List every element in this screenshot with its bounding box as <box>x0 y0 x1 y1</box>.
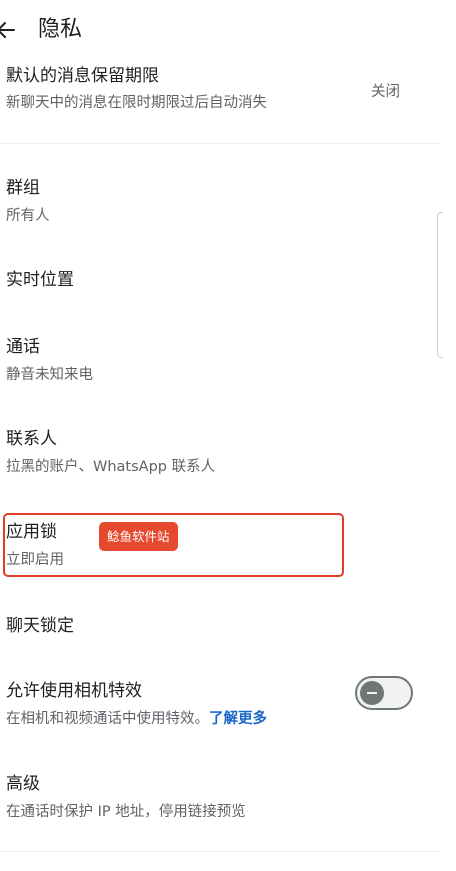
setting-live-location[interactable]: 实时位置 <box>0 266 440 302</box>
setting-title: 通话 <box>6 337 40 357</box>
setting-subtitle: 静音未知来电 <box>6 367 93 383</box>
setting-advanced[interactable]: 高级 在通话时保护 IP 地址，停用链接预览 <box>0 770 440 832</box>
setting-default-message-timer[interactable]: 默认的消息保留期限 新聊天中的消息在限时期限过后自动消失 关闭 <box>0 58 440 138</box>
setting-subtitle: 拉黑的账户、WhatsApp 联系人 <box>6 459 216 475</box>
setting-title: 默认的消息保留期限 <box>6 66 159 86</box>
app-bar: 隐私 <box>0 0 456 60</box>
setting-groups[interactable]: 群组 所有人 <box>0 172 440 234</box>
setting-subtitle-container: 在相机和视频通话中使用特效。了解更多 <box>6 709 267 729</box>
setting-title: 群组 <box>6 178 40 198</box>
back-arrow-icon[interactable] <box>0 18 18 42</box>
setting-subtitle: 在相机和视频通话中使用特效。 <box>6 711 209 727</box>
setting-title: 允许使用相机特效 <box>6 681 142 701</box>
setting-subtitle: 新聊天中的消息在限时期限过后自动消失 <box>6 95 267 111</box>
setting-title: 实时位置 <box>6 270 74 290</box>
section-divider <box>0 851 440 852</box>
section-divider <box>0 143 440 144</box>
setting-title: 联系人 <box>6 429 57 449</box>
toggle-off-knob-icon <box>360 681 384 705</box>
page-title: 隐私 <box>38 17 83 42</box>
setting-contacts[interactable]: 联系人 拉黑的账户、WhatsApp 联系人 <box>0 425 440 487</box>
setting-calls[interactable]: 通话 静音未知来电 <box>0 333 440 395</box>
camera-effects-toggle[interactable] <box>355 676 413 710</box>
setting-subtitle: 所有人 <box>6 208 50 224</box>
setting-value: 关闭 <box>371 84 400 100</box>
setting-chat-lock[interactable]: 聊天锁定 <box>0 612 440 648</box>
learn-more-link[interactable]: 了解更多 <box>209 711 267 727</box>
scrollbar[interactable] <box>437 212 443 358</box>
watermark-badge: 鲶鱼软件站 <box>99 522 178 551</box>
setting-subtitle: 在通话时保护 IP 地址，停用链接预览 <box>6 804 246 820</box>
setting-title: 高级 <box>6 774 40 794</box>
setting-title: 聊天锁定 <box>6 616 74 636</box>
